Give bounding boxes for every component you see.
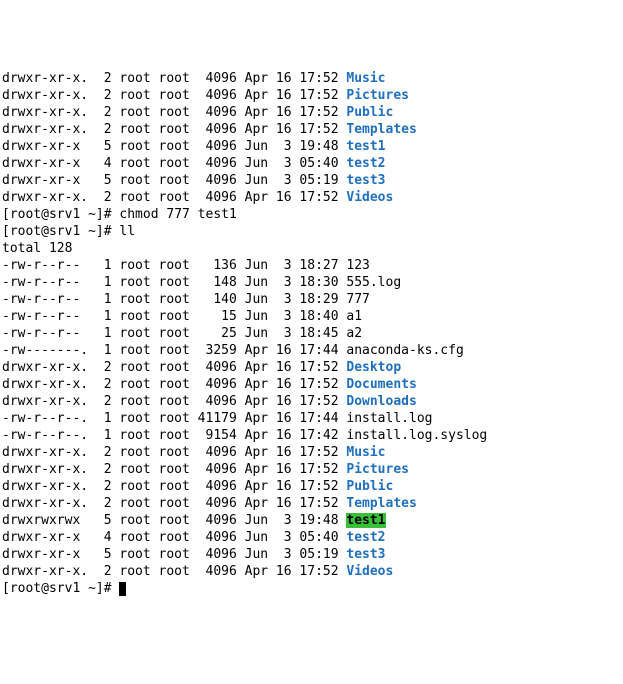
- file-name: Public: [346, 479, 393, 494]
- ls-entry: drwxr-xr-x. 2 root root 4096 Apr 16 17:5…: [2, 563, 623, 580]
- file-name: Videos: [346, 190, 393, 205]
- ls-entry: drwxrwxrwx 5 root root 4096 Jun 3 19:48 …: [2, 512, 623, 529]
- file-name: Templates: [346, 496, 416, 511]
- cursor-icon: [119, 582, 126, 596]
- ls-entry: -rw-r--r-- 1 root root 136 Jun 3 18:27 1…: [2, 257, 623, 274]
- file-name: test2: [346, 156, 385, 171]
- file-name: Videos: [346, 564, 393, 579]
- file-name: install.log.syslog: [346, 428, 487, 443]
- file-name: 777: [346, 292, 369, 307]
- file-name: Pictures: [346, 462, 409, 477]
- file-name: Music: [346, 71, 385, 86]
- ls-entry: drwxr-xr-x. 2 root root 4096 Apr 16 17:5…: [2, 444, 623, 461]
- shell-prompt-line: [root@srv1 ~]# ll: [2, 223, 623, 240]
- ls-entry: -rw-r--r--. 1 root root 41179 Apr 16 17:…: [2, 410, 623, 427]
- shell-prompt-line: [root@srv1 ~]# chmod 777 test1: [2, 206, 623, 223]
- ls-entry: drwxr-xr-x. 2 root root 4096 Apr 16 17:5…: [2, 478, 623, 495]
- file-name: test2: [346, 530, 385, 545]
- ls-entry: drwxr-xr-x 5 root root 4096 Jun 3 05:19 …: [2, 546, 623, 563]
- ls-entry: drwxr-xr-x. 2 root root 4096 Apr 16 17:5…: [2, 495, 623, 512]
- file-name: test1: [346, 513, 385, 528]
- shell-prompt: [root@srv1 ~]#: [2, 207, 119, 222]
- file-name: anaconda-ks.cfg: [346, 343, 463, 358]
- ls-entry: -rw-r--r-- 1 root root 15 Jun 3 18:40 a1: [2, 308, 623, 325]
- file-name: Downloads: [346, 394, 416, 409]
- file-name: test1: [346, 139, 385, 154]
- ls-entry: drwxr-xr-x. 2 root root 4096 Apr 16 17:5…: [2, 189, 623, 206]
- file-name: Pictures: [346, 88, 409, 103]
- file-name: Desktop: [346, 360, 401, 375]
- ls-entry: -rw-r--r-- 1 root root 148 Jun 3 18:30 5…: [2, 274, 623, 291]
- ls-entry: drwxr-xr-x 4 root root 4096 Jun 3 05:40 …: [2, 529, 623, 546]
- terminal-output[interactable]: drwxr-xr-x. 2 root root 4096 Apr 16 17:5…: [2, 70, 623, 597]
- ls-entry: drwxr-xr-x 4 root root 4096 Jun 3 05:40 …: [2, 155, 623, 172]
- file-name: 555.log: [346, 275, 401, 290]
- ls-entry: drwxr-xr-x. 2 root root 4096 Apr 16 17:5…: [2, 121, 623, 138]
- file-name: test3: [346, 173, 385, 188]
- shell-command: chmod 777 test1: [119, 207, 236, 222]
- ls-entry: drwxr-xr-x. 2 root root 4096 Apr 16 17:5…: [2, 393, 623, 410]
- ls-entry: drwxr-xr-x. 2 root root 4096 Apr 16 17:5…: [2, 87, 623, 104]
- file-name: Documents: [346, 377, 416, 392]
- ls-entry: drwxr-xr-x 5 root root 4096 Jun 3 19:48 …: [2, 138, 623, 155]
- ls-entry: -rw-r--r-- 1 root root 140 Jun 3 18:29 7…: [2, 291, 623, 308]
- file-name: a2: [346, 326, 362, 341]
- file-name: 123: [346, 258, 369, 273]
- ls-entry: drwxr-xr-x. 2 root root 4096 Apr 16 17:5…: [2, 461, 623, 478]
- shell-prompt: [root@srv1 ~]#: [2, 581, 119, 596]
- ls-entry: -rw-r--r-- 1 root root 25 Jun 3 18:45 a2: [2, 325, 623, 342]
- file-name: install.log: [346, 411, 432, 426]
- shell-command: ll: [119, 224, 135, 239]
- file-name: Public: [346, 105, 393, 120]
- file-name: a1: [346, 309, 362, 324]
- ls-entry: -rw-------. 1 root root 3259 Apr 16 17:4…: [2, 342, 623, 359]
- ls-entry: drwxr-xr-x. 2 root root 4096 Apr 16 17:5…: [2, 359, 623, 376]
- ls-entry: drwxr-xr-x. 2 root root 4096 Apr 16 17:5…: [2, 376, 623, 393]
- file-name: test3: [346, 547, 385, 562]
- shell-prompt-line[interactable]: [root@srv1 ~]#: [2, 580, 623, 597]
- ls-entry: drwxr-xr-x. 2 root root 4096 Apr 16 17:5…: [2, 70, 623, 87]
- file-name: Music: [346, 445, 385, 460]
- shell-prompt: [root@srv1 ~]#: [2, 224, 119, 239]
- ls-entry: -rw-r--r--. 1 root root 9154 Apr 16 17:4…: [2, 427, 623, 444]
- file-name: Templates: [346, 122, 416, 137]
- ls-entry: drwxr-xr-x 5 root root 4096 Jun 3 05:19 …: [2, 172, 623, 189]
- ls-total: total 128: [2, 240, 623, 257]
- ls-entry: drwxr-xr-x. 2 root root 4096 Apr 16 17:5…: [2, 104, 623, 121]
